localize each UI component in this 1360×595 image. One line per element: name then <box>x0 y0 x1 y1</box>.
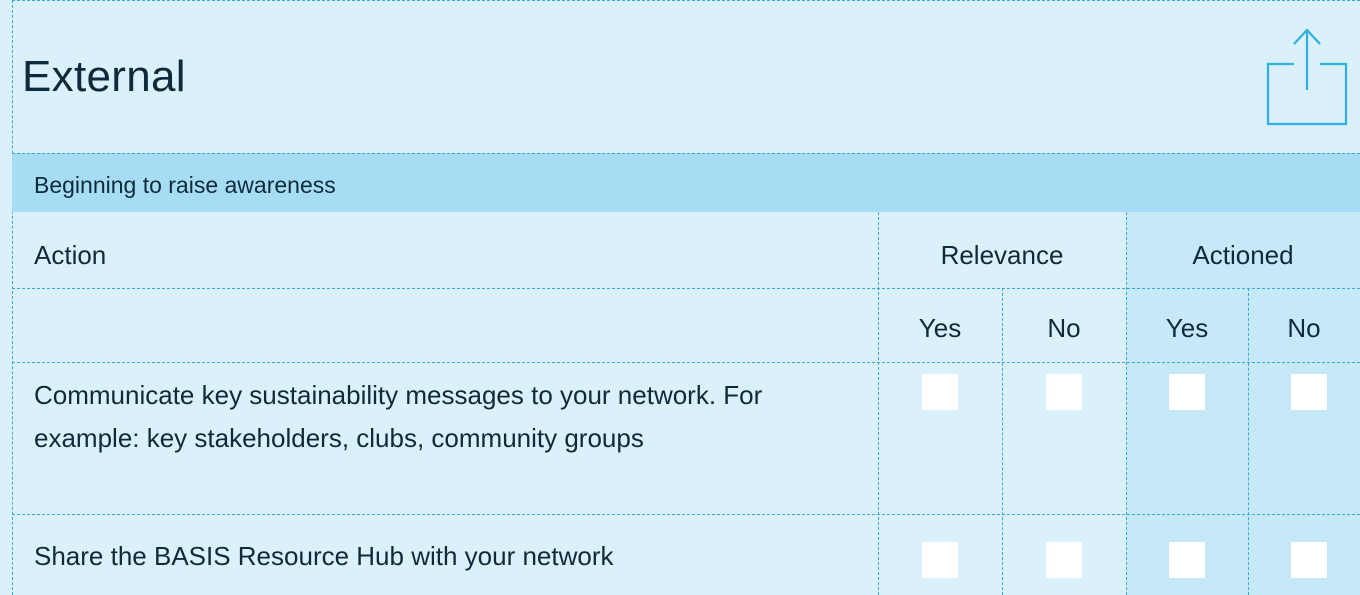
row-1-action-text: Communicate key sustainability messages … <box>34 380 763 453</box>
page-title: External <box>22 52 186 101</box>
divider <box>12 514 1360 515</box>
row-2-actioned-no-checkbox[interactable] <box>1291 542 1327 578</box>
section-header: Beginning to raise awareness <box>12 153 1360 212</box>
subheader-relevance-yes: Yes <box>918 313 962 343</box>
top-divider <box>12 0 1360 1</box>
column-header-actioned: Actioned <box>1192 240 1294 270</box>
row-1-actioned-no-checkbox[interactable] <box>1291 374 1327 410</box>
share-button[interactable] <box>1264 26 1350 128</box>
divider <box>12 153 1360 154</box>
divider <box>12 288 1360 289</box>
share-upload-icon <box>1266 28 1348 126</box>
column-header-action: Action <box>34 240 107 270</box>
subheader-relevance-no: No <box>1047 313 1081 343</box>
row-1-relevance-no-checkbox[interactable] <box>1046 374 1082 410</box>
column-header-relevance: Relevance <box>940 240 1064 270</box>
row-1-actioned-yes-checkbox[interactable] <box>1169 374 1205 410</box>
subheader-actioned-no: No <box>1287 313 1321 343</box>
row-2-relevance-yes-checkbox[interactable] <box>922 542 958 578</box>
row-2-relevance-no-checkbox[interactable] <box>1046 542 1082 578</box>
divider <box>12 362 1360 363</box>
subheader-actioned-yes: Yes <box>1165 313 1209 343</box>
row-2-actioned-yes-checkbox[interactable] <box>1169 542 1205 578</box>
row-2-action-text: Share the BASIS Resource Hub with your n… <box>34 541 614 571</box>
section-title: Beginning to raise awareness <box>34 172 336 198</box>
row-1-relevance-yes-checkbox[interactable] <box>922 374 958 410</box>
